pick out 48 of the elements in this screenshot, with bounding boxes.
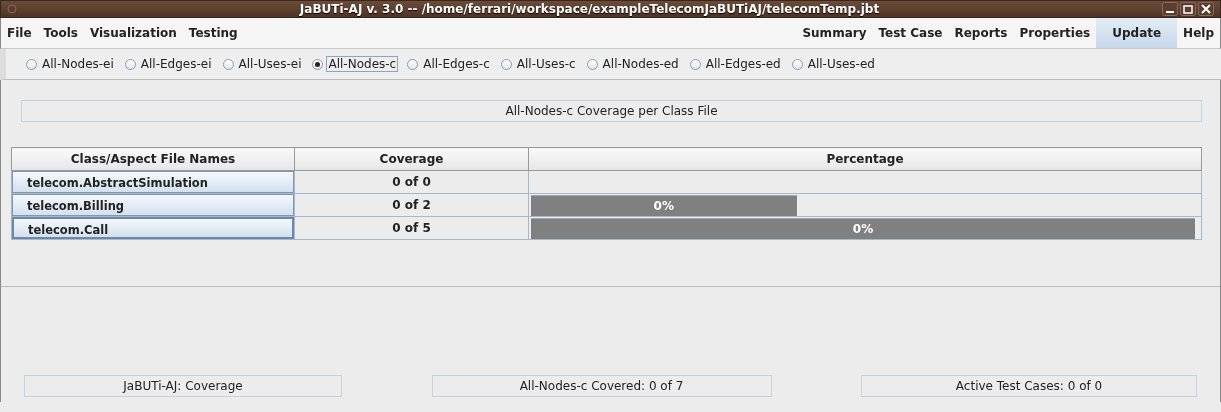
menu-item[interactable]: Visualization: [83, 18, 183, 48]
status-field: JaBUTi-AJ: Coverage: [24, 375, 342, 397]
menu-item[interactable]: Properties: [1013, 18, 1097, 48]
radio-label[interactable]: All-Uses-ed: [805, 56, 877, 72]
maximize-icon[interactable]: [1180, 2, 1196, 16]
column-header[interactable]: Percentage: [528, 147, 1202, 171]
radio-label[interactable]: All-Nodes-ei: [40, 56, 116, 72]
status-field: All-Nodes-c Covered: 0 of 7: [431, 375, 772, 397]
column-header[interactable]: Class/Aspect File Names: [11, 147, 295, 171]
minimize-icon[interactable]: [1162, 2, 1178, 16]
class-name-button[interactable]: telecom.Billing: [12, 194, 294, 216]
window-title: JaBUTi-AJ v. 3.0 -- /home/ferrari/workspace/exampleTelecomJaBUTiAJ/telecomTemp.jbt: [298, 2, 881, 16]
progress-bar: 0%: [531, 218, 1195, 239]
radio-label[interactable]: All-Edges-ei: [138, 56, 214, 72]
status-field: Active Test Cases: 0 of 0: [861, 375, 1197, 397]
radio-button[interactable]: [26, 58, 37, 70]
radio-button[interactable]: [791, 58, 803, 70]
radio-button[interactable]: [407, 58, 419, 70]
close-icon[interactable]: [1198, 2, 1214, 16]
progress-bar: 0%: [531, 195, 797, 216]
radio-button[interactable]: [689, 58, 701, 70]
menu-item[interactable]: Summary: [796, 18, 873, 48]
menu-item[interactable]: Update: [1096, 18, 1178, 48]
table-cell: 0 of 2: [392, 198, 431, 212]
menu-item[interactable]: File: [1, 18, 38, 48]
table-cell: 0 of 5: [392, 221, 431, 235]
menu-item[interactable]: Help: [1177, 18, 1220, 48]
window-menu-icon[interactable]: [7, 4, 17, 14]
menu-item[interactable]: Tools: [37, 18, 84, 48]
radio-label[interactable]: All-Uses-c: [514, 56, 578, 72]
menu-item[interactable]: Testing: [182, 18, 244, 48]
radio-button[interactable]: [312, 58, 324, 70]
menu-item[interactable]: Reports: [948, 18, 1014, 48]
menu-item[interactable]: Test Case: [872, 18, 949, 48]
radio-label[interactable]: All-Edges-c: [421, 56, 492, 72]
class-name-button[interactable]: telecom.AbstractSimulation: [12, 171, 294, 193]
radio-label[interactable]: All-Nodes-ed: [600, 56, 681, 72]
radio-label[interactable]: All-Uses-ei: [236, 56, 304, 72]
radio-button[interactable]: [222, 58, 234, 70]
column-header[interactable]: Coverage: [294, 147, 529, 171]
class-name-button[interactable]: telecom.Call: [12, 217, 294, 239]
radio-label[interactable]: All-Edges-ed: [703, 56, 783, 72]
panel-title: All-Nodes-c Coverage per Class File: [21, 100, 1202, 122]
radio-button[interactable]: [586, 58, 598, 70]
table-cell: 0 of 0: [392, 175, 431, 189]
radio-button[interactable]: [124, 58, 136, 70]
radio-label[interactable]: All-Nodes-c: [326, 56, 399, 72]
radio-button[interactable]: [500, 58, 512, 70]
